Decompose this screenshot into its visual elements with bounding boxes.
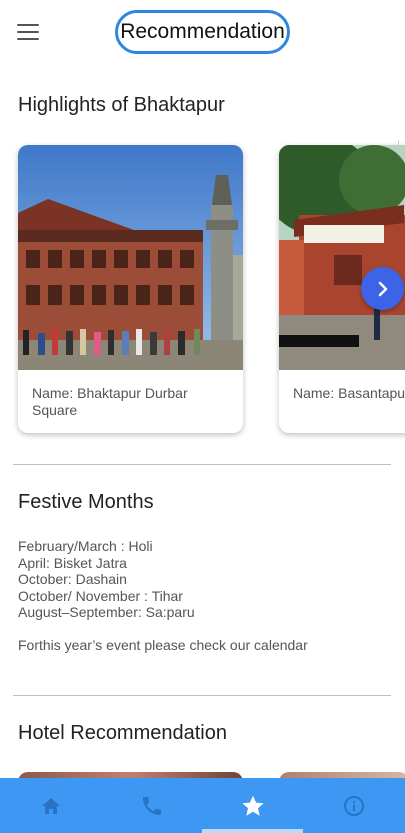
nav-recommendation[interactable] xyxy=(202,778,303,833)
place-card-label: Name: Basantapur xyxy=(293,385,405,401)
active-tab-indicator xyxy=(202,829,303,833)
section-divider xyxy=(13,464,391,465)
section-divider xyxy=(13,695,391,696)
festive-item: April: Bisket Jatra xyxy=(18,554,127,571)
festive-item: August–September: Sa:paru xyxy=(18,604,195,620)
durbar-square-photo xyxy=(18,145,243,370)
info-icon xyxy=(343,795,364,816)
highlights-carousel[interactable]: Name: Bhaktapur Durbar Square Name: Basa… xyxy=(0,140,405,440)
highlights-title: Highlights of Bhaktapur xyxy=(18,94,225,116)
festive-list: February/March : Holi April: Bisket Jatr… xyxy=(18,538,388,621)
nav-home[interactable] xyxy=(0,778,101,833)
chevron-right-icon xyxy=(378,281,387,296)
festive-title: Festive Months xyxy=(18,491,154,513)
page-title: Recommendation xyxy=(115,10,290,54)
nav-info[interactable] xyxy=(303,778,404,833)
next-button[interactable] xyxy=(361,267,404,310)
place-card-label: Name: Bhaktapur Durbar Square xyxy=(32,385,188,418)
phone-icon xyxy=(142,796,161,815)
app-bar: Recommendation xyxy=(0,0,405,64)
festive-item: October/ November : Tihar xyxy=(18,587,183,604)
calendar-note: Forthis year’s event please check our ca… xyxy=(18,637,308,653)
menu-icon[interactable] xyxy=(17,24,39,40)
place-card-durbar-square[interactable]: Name: Bhaktapur Durbar Square xyxy=(18,145,243,433)
basantapur-photo xyxy=(279,145,405,370)
festive-item: February/March : Holi xyxy=(18,538,153,554)
bottom-nav xyxy=(0,778,405,833)
star-icon xyxy=(241,795,264,816)
nav-phone[interactable] xyxy=(101,778,202,833)
hotel-title: Hotel Recommendation xyxy=(18,722,227,744)
festive-item: October: Dashain xyxy=(18,571,127,587)
home-icon xyxy=(41,797,60,814)
